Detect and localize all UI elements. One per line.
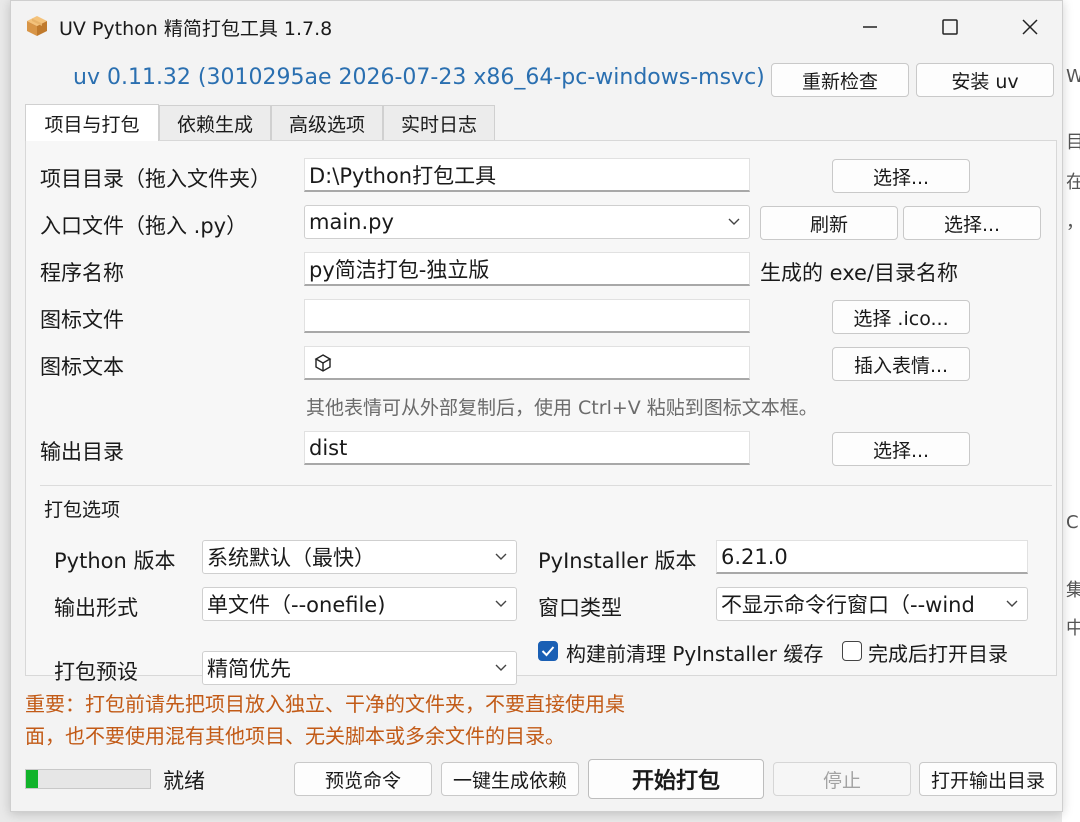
program-name-input[interactable]: py简洁打包-独立版 xyxy=(304,252,750,286)
minimize-button[interactable] xyxy=(831,1,909,53)
chevron-down-icon xyxy=(495,553,507,560)
project-dir-label: 项目目录（拖入文件夹） xyxy=(40,167,271,191)
tab-project-pack[interactable]: 项目与打包 xyxy=(25,104,159,141)
program-name-hint: 生成的 exe/目录名称 xyxy=(760,261,959,285)
start-pack-button[interactable]: 开始打包 xyxy=(588,759,764,799)
preset-label: 打包预设 xyxy=(54,660,138,684)
chevron-down-icon xyxy=(495,664,507,671)
output-dir-select-button[interactable]: 选择... xyxy=(832,432,970,466)
open-output-dir-button[interactable]: 打开输出目录 xyxy=(919,762,1057,796)
project-dir-select-button[interactable]: 选择... xyxy=(832,159,970,193)
preset-value: 精简优先 xyxy=(207,657,291,681)
program-name-label: 程序名称 xyxy=(40,261,124,285)
icon-text-label: 图标文本 xyxy=(40,355,124,379)
output-dir-label: 输出目录 xyxy=(40,440,124,464)
chevron-down-icon xyxy=(1006,600,1018,607)
pack-options-title: 打包选项 xyxy=(44,499,121,521)
generate-deps-button[interactable]: 一键生成依赖 xyxy=(441,762,579,796)
window-type-label: 窗口类型 xyxy=(538,596,622,620)
maximize-icon xyxy=(942,19,958,35)
window-title: UV Python 精简打包工具 1.7.8 xyxy=(59,18,333,40)
project-panel: 项目目录（拖入文件夹） D:\Python打包工具 选择... 入口文件（拖入 … xyxy=(25,140,1057,685)
window-type-value: 不显示命令行窗口（--wind xyxy=(721,593,975,617)
insert-emoji-button[interactable]: 插入表情... xyxy=(832,347,970,381)
output-form-label: 输出形式 xyxy=(54,596,138,620)
open-after-build-label: 完成后打开目录 xyxy=(868,642,1008,666)
preset-select[interactable]: 精简优先 xyxy=(202,651,517,685)
icon-file-input[interactable] xyxy=(304,299,750,333)
minimize-icon xyxy=(863,26,877,28)
clean-cache-label: 构建前清理 PyInstaller 缓存 xyxy=(566,642,824,666)
project-dir-input[interactable]: D:\Python打包工具 xyxy=(304,158,750,192)
pack-options-group: 打包选项 Python 版本 系统默认（最快） PyInstaller 版本 6… xyxy=(40,485,1052,685)
entry-file-select[interactable]: main.py xyxy=(304,205,750,239)
entry-file-select-button[interactable]: 选择... xyxy=(903,206,1041,240)
warning-line-2: 面，也不要使用混有其他项目、无关脚本或多余文件的目录。 xyxy=(25,724,565,748)
icon-file-label: 图标文件 xyxy=(40,308,124,332)
progress-fill xyxy=(26,770,39,788)
clean-cache-checkbox[interactable] xyxy=(538,641,558,661)
pyinstaller-version-label: PyInstaller 版本 xyxy=(538,549,697,573)
output-form-select[interactable]: 单文件（--onefile) xyxy=(202,587,517,621)
preview-command-button[interactable]: 预览命令 xyxy=(294,762,432,796)
chevron-down-icon xyxy=(728,218,740,225)
package-icon xyxy=(27,16,47,36)
refresh-button[interactable]: 刷新 xyxy=(760,206,898,240)
checkmark-icon xyxy=(541,646,555,657)
tab-advanced[interactable]: 高级选项 xyxy=(271,105,383,141)
python-version-label: Python 版本 xyxy=(54,549,176,573)
status-text: 就绪 xyxy=(163,769,205,793)
package-emoji-icon xyxy=(314,353,332,372)
python-version-value: 系统默认（最快） xyxy=(207,546,375,570)
entry-file-label: 入口文件（拖入 .py） xyxy=(40,214,248,238)
python-version-select[interactable]: 系统默认（最快） xyxy=(202,540,517,574)
icon-file-select-button[interactable]: 选择 .ico... xyxy=(832,300,970,334)
uv-version-text: uv 0.11.32 (3010295ae 2026-07-23 x86_64-… xyxy=(73,65,765,90)
entry-file-value: main.py xyxy=(309,210,394,234)
close-button[interactable] xyxy=(991,1,1062,53)
icon-text-input[interactable] xyxy=(304,346,750,380)
app-window: UV Python 精简打包工具 1.7.8 uv 0.11.32 (30102… xyxy=(10,0,1063,812)
pyinstaller-version-input[interactable]: 6.21.0 xyxy=(716,540,1028,574)
background-window: W 目 在 ， C 集 中 xyxy=(1062,0,1080,822)
icon-text-hint: 其他表情可从外部复制后，使用 Ctrl+V 粘贴到图标文本框。 xyxy=(306,397,818,419)
title-bar: UV Python 精简打包工具 1.7.8 xyxy=(11,1,1062,53)
window-type-select[interactable]: 不显示命令行窗口（--wind xyxy=(716,587,1028,621)
warning-line-1: 重要：打包前请先把项目放入独立、干净的文件夹，不要直接使用桌 xyxy=(25,692,625,716)
chevron-down-icon xyxy=(495,600,507,607)
output-form-value: 单文件（--onefile) xyxy=(207,593,386,617)
warning-text: 重要：打包前请先把项目放入独立、干净的文件夹，不要直接使用桌 面，也不要使用混有… xyxy=(25,688,625,752)
stop-button[interactable]: 停止 xyxy=(773,762,911,796)
recheck-button[interactable]: 重新检查 xyxy=(771,63,909,97)
close-icon xyxy=(1022,19,1038,35)
open-after-build-checkbox[interactable] xyxy=(842,641,862,661)
progress-bar xyxy=(25,769,151,789)
maximize-button[interactable] xyxy=(911,1,989,53)
tab-log[interactable]: 实时日志 xyxy=(383,105,495,141)
output-dir-input[interactable]: dist xyxy=(304,431,750,465)
tab-dependencies[interactable]: 依赖生成 xyxy=(159,105,271,141)
install-uv-button[interactable]: 安装 uv xyxy=(916,63,1054,97)
